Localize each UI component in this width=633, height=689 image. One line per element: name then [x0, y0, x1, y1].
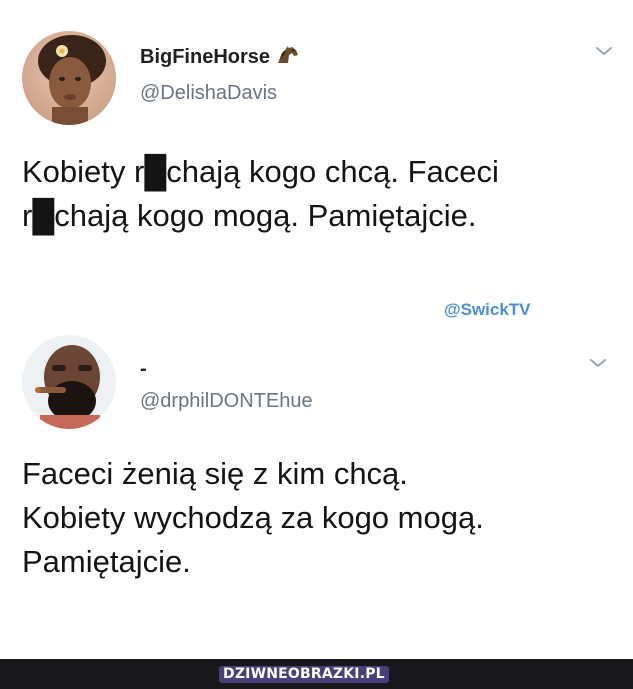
watermark-badge[interactable]: DZIWNEOBRAZKI.PL	[219, 666, 389, 683]
display-name[interactable]: BigFineHorse	[140, 45, 300, 69]
avatar-woman-photo-icon	[22, 31, 116, 125]
watermark-footer: DZIWNEOBRAZKI.PL	[0, 659, 633, 689]
credit-label: @SwickTV	[444, 300, 531, 319]
horse-emoji-icon	[277, 46, 298, 63]
handle[interactable]: @drphilDONTEhue	[140, 390, 313, 413]
tweet-2: - @drphilDONTEhue Faceci żenią się z kim…	[0, 330, 633, 650]
handle[interactable]: @DelishaDavis	[140, 82, 277, 105]
chevron-down-icon[interactable]	[588, 356, 608, 370]
tweet-1: BigFineHorse @DelishaDavis Kobiety r█cha…	[0, 0, 633, 290]
avatar[interactable]	[22, 31, 116, 125]
display-name-text: BigFineHorse	[140, 46, 271, 68]
avatar-man-photo-icon	[22, 335, 116, 429]
display-name[interactable]: -	[140, 358, 147, 381]
tweet-text: Kobiety r█chają kogo chcą. Faceci r█chaj…	[22, 154, 499, 233]
avatar[interactable]	[22, 335, 116, 429]
chevron-down-icon[interactable]	[594, 44, 614, 58]
watermark-text: DZIWNEOBRAZKI.PL	[219, 666, 389, 683]
tweet-text: Faceci żenią się z kim chcą. Kobiety wyc…	[22, 456, 484, 579]
